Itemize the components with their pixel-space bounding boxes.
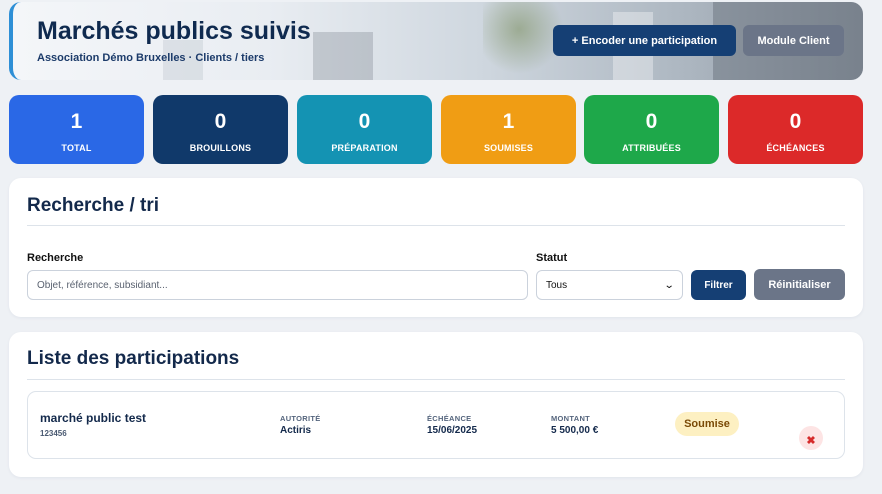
status-label: Statut — [536, 252, 568, 264]
stat-card-attribuees: 0 ATTRIBUÉES — [584, 95, 719, 164]
stat-label: ÉCHÉANCES — [766, 143, 825, 153]
chevron-down-icon: ⌄ — [663, 279, 675, 291]
authority-column-label: AUTORITÉ — [280, 414, 321, 423]
stat-card-soumises: 1 SOUMISES — [441, 95, 576, 164]
amount-column-label: MONTANT — [551, 414, 591, 423]
stat-card-preparation: 0 PRÉPARATION — [297, 95, 432, 164]
stat-value: 0 — [214, 110, 227, 133]
participation-title[interactable]: marché public test — [40, 411, 146, 425]
search-panel-title: Recherche / tri — [27, 195, 159, 216]
encode-participation-button[interactable]: + Encoder une participation — [553, 25, 736, 56]
stat-card-total: 1 TOTAL — [9, 95, 144, 164]
filter-button[interactable]: Filtrer — [691, 270, 746, 300]
divider — [27, 225, 845, 226]
search-input[interactable] — [27, 270, 528, 300]
stat-value: 0 — [645, 110, 658, 133]
reset-button[interactable]: Réinitialiser — [754, 269, 845, 300]
status-select[interactable]: Tous ⌄ — [536, 270, 683, 300]
stat-label: TOTAL — [61, 143, 92, 153]
header-background-shape — [313, 32, 373, 80]
status-select-value: Tous — [546, 279, 568, 291]
participation-reference: 123456 — [40, 429, 67, 438]
close-icon: ✖ — [806, 435, 816, 447]
stat-label: PRÉPARATION — [331, 143, 398, 153]
stat-label: BROUILLONS — [189, 143, 252, 153]
status-badge: Soumise — [675, 412, 739, 436]
search-label: Recherche — [27, 252, 84, 264]
participation-row[interactable]: marché public test 123456 AUTORITÉ Actir… — [27, 391, 845, 459]
search-panel: Recherche / tri Recherche Statut Tous ⌄ … — [9, 178, 863, 317]
stat-label: SOUMISES — [483, 143, 534, 153]
delete-button[interactable]: ✖ — [799, 426, 823, 450]
page-subtitle: Association Démo Bruxelles · Clients / t… — [37, 52, 265, 64]
stat-value: 1 — [502, 110, 515, 133]
deadline-value: 15/06/2025 — [427, 425, 478, 436]
deadline-column-label: ÉCHÉANCE — [427, 414, 472, 423]
stat-value: 1 — [70, 110, 83, 133]
page-title: Marchés publics suivis — [37, 17, 311, 45]
participations-panel-title: Liste des participations — [27, 348, 240, 369]
divider — [27, 379, 845, 380]
participations-panel: Liste des participations marché public t… — [9, 332, 863, 477]
stat-value: 0 — [358, 110, 371, 133]
module-client-button[interactable]: Module Client — [743, 25, 844, 56]
stat-card-brouillons: 0 BROUILLONS — [153, 95, 288, 164]
stat-value: 0 — [789, 110, 802, 133]
stat-label: ATTRIBUÉES — [622, 143, 681, 153]
page-header: Marchés publics suivis Association Démo … — [9, 2, 863, 80]
authority-value: Actiris — [280, 425, 312, 436]
amount-value: 5 500,00 € — [551, 425, 599, 436]
stat-card-echeances: 0 ÉCHÉANCES — [728, 95, 863, 164]
